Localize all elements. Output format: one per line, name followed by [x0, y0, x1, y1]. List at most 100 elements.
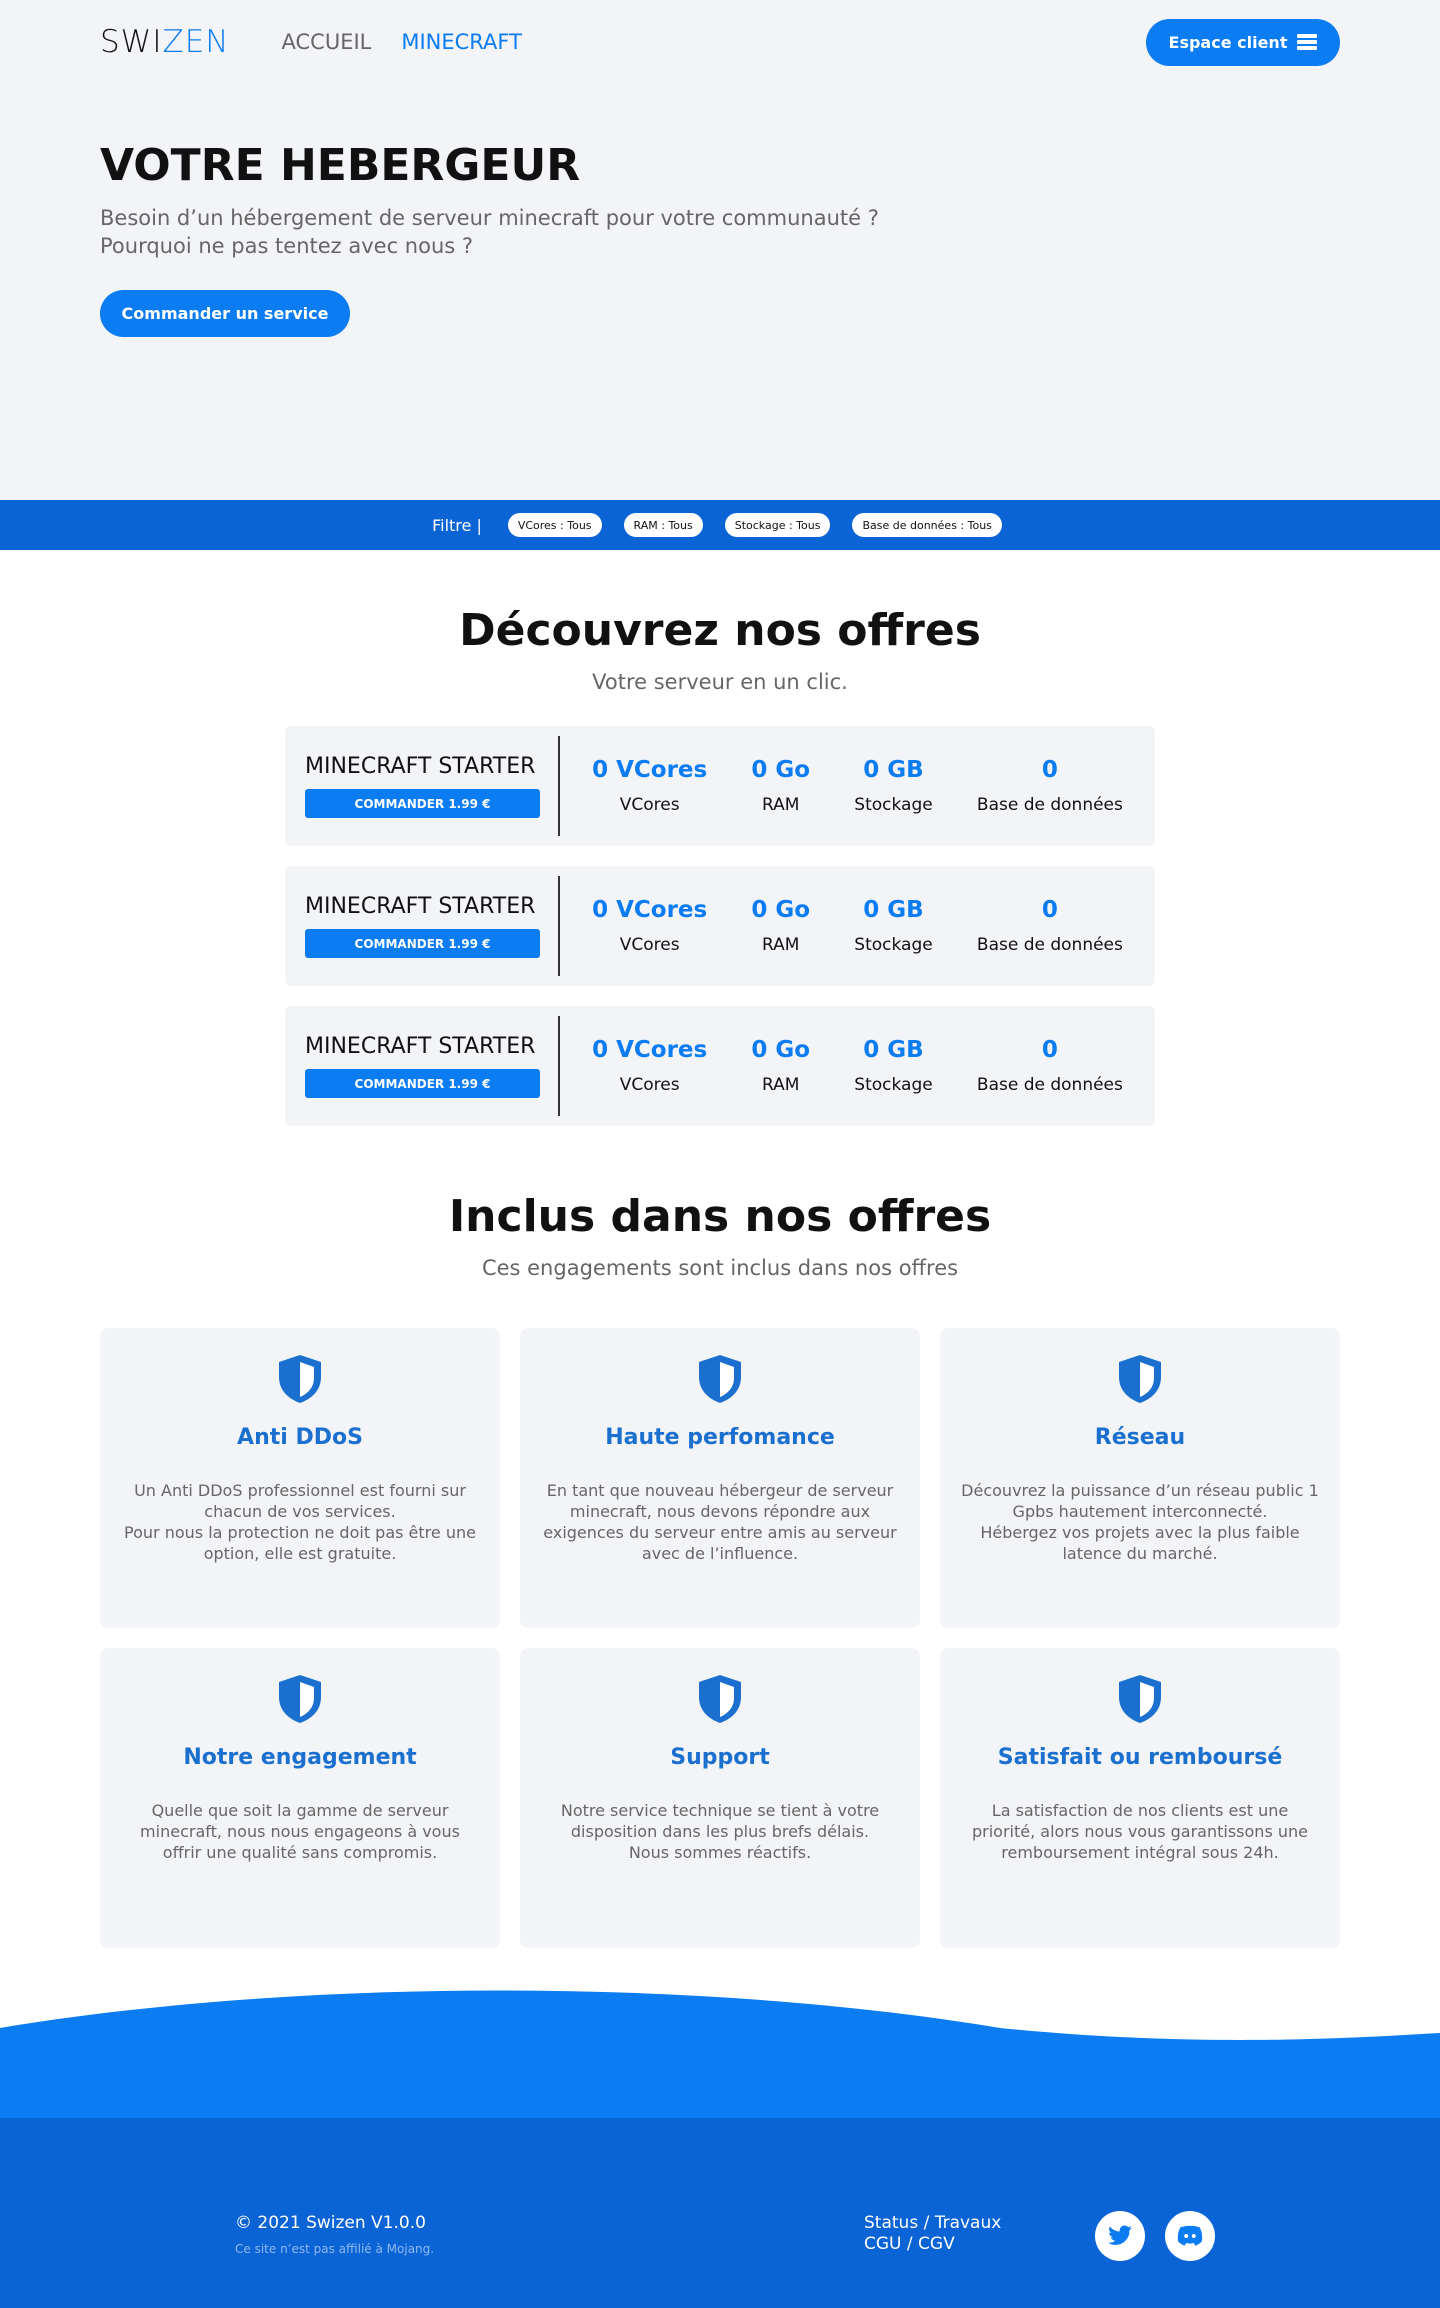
hero-subtitle: Besoin d’un hébergement de serveur minec…	[100, 204, 1000, 260]
spec-storage: 0 GB Stockage	[854, 897, 932, 955]
spec-value: 0 GB	[863, 897, 924, 923]
client-area-button[interactable]: Espace client	[1146, 18, 1340, 66]
feature-title: Notre engagement	[183, 1745, 417, 1770]
order-service-button[interactable]: Commander un service	[100, 290, 350, 337]
feature-text-line: minecraft, nous devons répondre aux	[569, 1502, 871, 1521]
feature-text-line: La satisfaction de nos clients est une	[991, 1801, 1289, 1820]
order-offer-button[interactable]: COMMANDER 1.99 €	[305, 1069, 540, 1098]
twitter-icon[interactable]	[1095, 2211, 1145, 2261]
footer: © 2021 Swizen V1.0.0 Ce site n’est pas a…	[0, 2118, 1440, 2308]
spec-value: 0	[1041, 897, 1058, 923]
feature-text-line: priorité, alors nous vous garantissons u…	[972, 1822, 1308, 1841]
terms-link[interactable]: CGU / CGV	[864, 2234, 955, 2254]
spec-value: 0 Go	[751, 757, 811, 783]
offer-specs: 0 VCores VCores 0 Go RAM 0 GB Stockage 0 Bas…	[560, 897, 1155, 955]
filter-chip-ram[interactable]: RAM : Tous	[623, 513, 703, 537]
nav-link-accueil[interactable]: ACCUEIL	[282, 30, 372, 54]
features-subtitle: Ces engagements sont inclus dans nos off…	[481, 1256, 959, 1280]
feature-card-support: Support Notre service technique se tient…	[520, 1648, 920, 1948]
feature-text: Découvrez la puissance d’un réseau publi…	[960, 1480, 1320, 1564]
spec-ram: 0 Go RAM	[751, 757, 810, 815]
feature-text-line: remboursement intégral sous 24h.	[1001, 1843, 1279, 1862]
filter-chip-vcores[interactable]: VCores : Tous	[507, 513, 602, 537]
spec-label: RAM	[762, 1075, 800, 1095]
offer-card: MINECRAFT STARTER COMMANDER 1.99 € 0 VCo…	[285, 1006, 1155, 1126]
spec-value: 0 VCores	[592, 757, 708, 783]
discord-icon[interactable]	[1165, 2211, 1215, 2261]
shield-icon	[699, 1355, 741, 1403]
feature-text: La satisfaction de nos clients est une p…	[960, 1800, 1320, 1863]
filter-chip-database[interactable]: Base de données : Tous	[852, 513, 1002, 537]
feature-title: Réseau	[1094, 1425, 1186, 1450]
order-offer-button[interactable]: COMMANDER 1.99 €	[305, 929, 540, 958]
feature-card-network: Réseau Découvrez la puissance d’un résea…	[940, 1328, 1340, 1628]
offer-card: MINECRAFT STARTER COMMANDER 1.99 € 0 VCo…	[285, 726, 1155, 846]
offer-specs: 0 VCores VCores 0 Go RAM 0 GB Stockage 0 Bas…	[560, 757, 1155, 815]
features-title: Inclus dans nos offres	[448, 1191, 992, 1242]
spec-ram: 0 Go RAM	[751, 897, 810, 955]
spec-label: Stockage	[854, 795, 933, 815]
offer-info: MINECRAFT STARTER COMMANDER 1.99 €	[285, 1016, 560, 1116]
top-nav: SWIZEN ACCUEIL MINECRAFT Espace client	[100, 18, 1340, 66]
feature-title: Haute perfomance	[605, 1425, 835, 1450]
shield-icon	[279, 1355, 321, 1403]
feature-card-performance: Haute perfomance En tant que nouveau héb…	[520, 1328, 920, 1628]
spec-database: 0 Base de données	[977, 1037, 1123, 1095]
spec-value: 0	[1041, 757, 1058, 783]
shield-icon	[1119, 1355, 1161, 1403]
spec-value: 0 GB	[863, 1037, 924, 1063]
offers-section: Découvrez nos offres Votre serveur en un…	[0, 550, 1440, 1126]
shield-icon	[279, 1675, 321, 1723]
feature-text-line: Notre service technique se tient à votre	[560, 1801, 880, 1820]
spec-database: 0 Base de données	[977, 757, 1123, 815]
feature-text-line: exigences du serveur entre amis au serve…	[543, 1523, 897, 1542]
offer-name: MINECRAFT STARTER	[305, 894, 536, 919]
spec-vcores: 0 VCores VCores	[592, 757, 707, 815]
spec-label: RAM	[762, 935, 800, 955]
spec-label: Stockage	[854, 1075, 933, 1095]
logo[interactable]: SWIZEN	[100, 24, 230, 60]
feature-card-refund: Satisfait ou remboursé La satisfaction d…	[940, 1648, 1340, 1948]
spec-value: 0	[1041, 1037, 1058, 1063]
spec-label: Stockage	[854, 935, 933, 955]
nav-link-minecraft[interactable]: MINECRAFT	[401, 30, 522, 54]
spec-label: Base de données	[976, 795, 1123, 815]
footer-links: Status / Travaux CGU / CGV	[864, 2213, 1001, 2255]
feature-text-line: Un Anti DDoS professionnel est fourni su…	[134, 1481, 466, 1500]
offer-info: MINECRAFT STARTER COMMANDER 1.99 €	[285, 736, 560, 836]
offer-specs: 0 VCores VCores 0 Go RAM 0 GB Stockage 0 Bas…	[560, 1037, 1155, 1095]
feature-text-line: latence du marché.	[1062, 1544, 1218, 1563]
feature-title: Satisfait ou remboursé	[997, 1745, 1283, 1770]
feature-text-line: Quelle que soit la gamme de serveur	[151, 1801, 449, 1820]
spec-label: RAM	[762, 795, 800, 815]
logo-part2: ZEN	[162, 24, 230, 60]
footer-wave	[0, 1990, 1440, 2118]
offer-card: MINECRAFT STARTER COMMANDER 1.99 € 0 VCo…	[285, 866, 1155, 986]
feature-text-line: Pour nous la protection ne doit pas être…	[124, 1523, 476, 1542]
feature-text-line: option, elle est gratuite.	[203, 1544, 397, 1563]
spec-ram: 0 Go RAM	[751, 1037, 810, 1095]
feature-title: Anti DDoS	[237, 1425, 363, 1450]
status-link[interactable]: Status / Travaux	[864, 2213, 1001, 2233]
offer-info: MINECRAFT STARTER COMMANDER 1.99 €	[285, 876, 560, 976]
offers-subtitle: Votre serveur en un clic.	[592, 670, 848, 694]
spec-vcores: 0 VCores VCores	[592, 897, 707, 955]
shield-icon	[699, 1675, 741, 1723]
feature-text-line: Nous sommes réactifs.	[628, 1843, 812, 1862]
offer-name: MINECRAFT STARTER	[305, 1034, 536, 1059]
client-area-label: Espace client	[1168, 32, 1288, 52]
spec-value: 0 Go	[751, 897, 811, 923]
feature-text: En tant que nouveau hébergeur de serveur…	[540, 1480, 900, 1564]
logo-part1: SWI	[100, 24, 163, 60]
feature-text: Un Anti DDoS professionnel est fourni su…	[120, 1480, 480, 1564]
filter-chip-storage[interactable]: Stockage : Tous	[724, 513, 831, 537]
feature-title: Support	[670, 1745, 770, 1770]
spec-label: Base de données	[976, 1075, 1123, 1095]
order-offer-button[interactable]: COMMANDER 1.99 €	[305, 789, 540, 818]
feature-card-commitment: Notre engagement Quelle que soit la gamm…	[100, 1648, 500, 1948]
feature-text-line: Hébergez vos projets avec la plus faible	[980, 1523, 1300, 1542]
offer-list: MINECRAFT STARTER COMMANDER 1.99 € 0 VCo…	[285, 726, 1155, 1126]
spec-value: 0 VCores	[592, 897, 708, 923]
feature-text-line: En tant que nouveau hébergeur de serveur	[546, 1481, 894, 1500]
hero-subtitle-line2: Pourquoi ne pas tentez avec nous ?	[100, 234, 474, 258]
